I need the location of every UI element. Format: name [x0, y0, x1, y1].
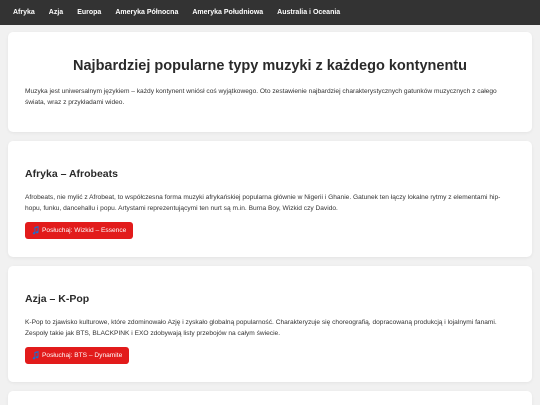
nav-link-australia-oceania[interactable]: Australia i Oceania [270, 0, 347, 25]
next-section-card [8, 391, 532, 405]
nav-link-ameryka-poludniowa[interactable]: Ameryka Południowa [185, 0, 270, 25]
section-afryka: Afryka – Afrobeats Afrobeats, nie mylić … [8, 141, 532, 257]
nav-link-afryka[interactable]: Afryka [6, 0, 42, 25]
section-text: K-Pop to zjawisko kulturowe, które zdomi… [25, 319, 497, 337]
page-title: Najbardziej popularne typy muzyki z każd… [73, 58, 467, 74]
section-title: Azja – K-Pop [25, 293, 90, 305]
listen-button-label: Posłuchaj: Wizkid – Essence [42, 227, 127, 234]
nav-link-europa[interactable]: Europa [70, 0, 108, 25]
section-text: Afrobeats, nie mylić z Afrobeat, to wspó… [25, 194, 501, 212]
nav-link-ameryka-polnocna[interactable]: Ameryka Północna [108, 0, 185, 25]
nav-link-azja[interactable]: Azja [42, 0, 70, 25]
music-note-icon [32, 226, 39, 235]
main-content: Najbardziej popularne typy muzyki z każd… [0, 25, 540, 405]
intro-text: Muzyka jest uniwersalnym językiem – każd… [25, 88, 497, 106]
listen-button-afrobeats[interactable]: Posłuchaj: Wizkid – Essence [25, 222, 134, 239]
top-navigation: Afryka Azja Europa Ameryka Północna Amer… [0, 0, 540, 25]
listen-button-label: Posłuchaj: BTS – Dynamite [42, 352, 123, 359]
music-note-icon [32, 351, 39, 360]
section-title: Afryka – Afrobeats [25, 168, 118, 180]
section-azja: Azja – K-Pop K-Pop to zjawisko kulturowe… [8, 266, 532, 382]
listen-button-kpop[interactable]: Posłuchaj: BTS – Dynamite [25, 347, 130, 364]
intro-card: Najbardziej popularne typy muzyki z każd… [8, 32, 532, 132]
